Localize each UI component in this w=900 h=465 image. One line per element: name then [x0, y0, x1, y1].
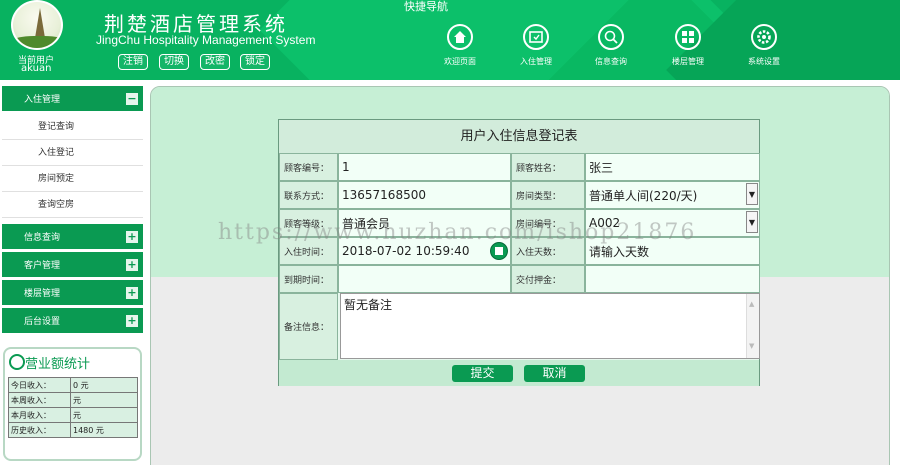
expand-icon[interactable]: +: [126, 287, 138, 299]
sidebar-section-checkin[interactable]: 入住管理 −: [2, 86, 143, 114]
search-icon: [598, 24, 624, 50]
room-type-label: 房间类型：: [511, 181, 585, 209]
app-header: 当前用户 akuan 荆楚酒店管理系统 JingChu Hospitality …: [0, 0, 900, 80]
home-icon: [447, 24, 473, 50]
collapse-icon[interactable]: −: [126, 93, 138, 105]
sidebar-section-backend[interactable]: 后台设置 +: [2, 308, 143, 336]
nav-welcome[interactable]: 欢迎页面: [430, 24, 490, 67]
sidebar-section-floor[interactable]: 楼层管理 +: [2, 280, 143, 308]
gear-icon: [751, 24, 777, 50]
expand-icon[interactable]: +: [126, 259, 138, 271]
quick-nav-title: 快捷导航: [404, 0, 448, 13]
logout-button[interactable]: 注销: [118, 54, 148, 70]
customer-name-label: 顾客姓名：: [511, 153, 585, 181]
cancel-button[interactable]: 取消: [524, 365, 585, 382]
revenue-stats-panel: 营业额统计 今日收入： 0 元 本周收入：元 本月收入：元 历史收入： 1480 元: [3, 347, 142, 461]
form-title: 用户入住信息登记表: [279, 120, 759, 154]
table-row: 本月收入：元: [8, 407, 138, 423]
nav-system-settings[interactable]: 系统设置: [734, 24, 794, 67]
remark-textarea[interactable]: 暂无备注 ▲ ▼: [340, 293, 760, 359]
switch-user-button[interactable]: 切换: [159, 54, 189, 70]
chevron-down-icon[interactable]: ▼: [746, 183, 758, 205]
due-time-label: 到期时间：: [279, 265, 338, 293]
current-user-name: akuan: [21, 63, 52, 74]
due-time-field[interactable]: [338, 265, 511, 293]
sidebar: 入住管理 − 登记查询 入住登记 房间预定 查询空房 信息查询 + 客户管理 +…: [2, 86, 143, 336]
expand-icon[interactable]: +: [126, 315, 138, 327]
revenue-table: 今日收入： 0 元 本周收入：元 本月收入：元 历史收入： 1480 元: [8, 377, 138, 438]
nav-info-query[interactable]: 信息查询: [581, 24, 641, 67]
customer-no-label: 顾客编号：: [279, 153, 338, 181]
grid-icon: [675, 24, 701, 50]
scrollbar[interactable]: ▲ ▼: [746, 294, 759, 358]
form-actions: [279, 360, 759, 386]
sidebar-item-checkin-register[interactable]: 入住登记: [2, 140, 143, 166]
expand-icon[interactable]: +: [126, 231, 138, 243]
deposit-label: 交付押金：: [511, 265, 585, 293]
nav-checkin[interactable]: 入住管理: [506, 24, 566, 67]
change-password-button[interactable]: 改密: [200, 54, 230, 70]
pie-chart-icon: [9, 354, 25, 370]
sidebar-item-room-reservation[interactable]: 房间预定: [2, 166, 143, 192]
nav-floor-manage[interactable]: 楼层管理: [658, 24, 718, 67]
sidebar-section-customer[interactable]: 客户管理 +: [2, 252, 143, 280]
table-row: 今日收入： 0 元: [8, 377, 138, 393]
sidebar-item-empty-rooms[interactable]: 查询空房: [2, 192, 143, 218]
customer-name-field[interactable]: 张三: [585, 153, 760, 181]
customer-no-field[interactable]: 1: [338, 153, 511, 181]
chevron-down-icon[interactable]: ▼: [746, 211, 758, 233]
watermark: https://www.huzhan.com/ishop21876: [218, 220, 697, 245]
scroll-down-icon[interactable]: ▼: [749, 342, 754, 350]
scroll-up-icon[interactable]: ▲: [749, 300, 754, 308]
contact-field[interactable]: 13657168500: [338, 181, 511, 209]
deposit-field[interactable]: [585, 265, 760, 293]
sidebar-item-registration-query[interactable]: 登记查询: [2, 114, 143, 140]
room-type-select[interactable]: 普通单人间(220/天) ▼: [585, 181, 760, 209]
lock-button[interactable]: 锁定: [240, 54, 270, 70]
revenue-stats-title: 营业额统计: [25, 357, 91, 372]
sidebar-section-info-query[interactable]: 信息查询 +: [2, 224, 143, 252]
contact-label: 联系方式：: [279, 181, 338, 209]
checkin-icon: [523, 24, 549, 50]
table-row: 历史收入： 1480 元: [8, 422, 138, 438]
table-row: 本周收入：元: [8, 392, 138, 408]
avatar: [11, 0, 63, 50]
remark-label: 备注信息：: [279, 293, 338, 360]
submit-button[interactable]: 提交: [452, 365, 513, 382]
system-subtitle: JingChu Hospitality Management System: [96, 33, 316, 47]
